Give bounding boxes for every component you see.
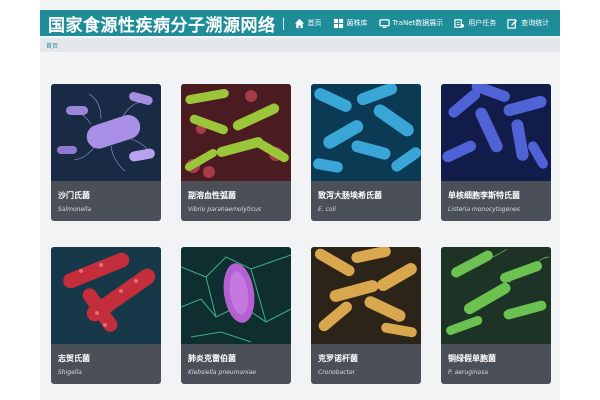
card-scientific-name: Cronobacter <box>318 369 356 376</box>
bacteria-card-listeria[interactable]: 单核细胞李斯特氏菌 Listeria monocytogenes <box>441 84 551 221</box>
card-name: 志贺氏菌 <box>58 354 90 363</box>
salmonella-image <box>51 84 161 181</box>
card-name: 副溶血性弧菌 <box>188 191 236 200</box>
ecoli-image <box>311 84 421 181</box>
breadcrumb-home[interactable]: 首页 <box>46 41 58 50</box>
card-scientific-name: P. aeruginosa <box>448 369 488 376</box>
app-frame: 国家食源性疾病分子溯源网络 | 首页 菌株库 TraNet数据展示 用户任务 查… <box>40 0 560 400</box>
vibrio-image <box>181 84 291 181</box>
card-scientific-name: Salmonella <box>58 206 92 213</box>
monitor-icon <box>378 18 390 28</box>
card-name: 克罗诺杆菌 <box>318 354 358 363</box>
nav-user-tasks[interactable]: 用户任务 <box>454 18 496 29</box>
task-icon <box>454 18 465 28</box>
card-name: 铜绿假单胞菌 <box>448 354 496 363</box>
listeria-image <box>441 84 551 181</box>
bacteria-card-klebsiella[interactable]: 肺炎克雷伯菌 Klebsiella pneumoniae <box>181 247 291 384</box>
bacteria-card-shigella[interactable]: 志贺氏菌 Shigella <box>51 247 161 384</box>
card-name: 单核细胞李斯特氏菌 <box>448 191 520 200</box>
nav-query-stats[interactable]: 查询统计 <box>507 18 549 29</box>
nav-strain-library-label: 菌株库 <box>346 19 368 27</box>
nav-strain-library[interactable]: 菌株库 <box>333 18 368 29</box>
breadcrumb: 首页 <box>40 38 560 52</box>
card-scientific-name: E. coli <box>318 206 336 213</box>
nav-home[interactable]: 首页 <box>294 18 322 29</box>
nav-user-tasks-label: 用户任务 <box>468 19 497 27</box>
nav-tranet-data[interactable]: TraNet数据展示 <box>378 18 444 29</box>
card-scientific-name: Listeria monocytogenes <box>448 206 520 213</box>
bacteria-card-pseudomonas[interactable]: 铜绿假单胞菌 P. aeruginosa <box>441 247 551 384</box>
cronobacter-image <box>311 247 421 344</box>
klebsiella-image <box>181 247 291 344</box>
bacteria-card-ecoli[interactable]: 致泻大肠埃希氏菌 E. coli <box>311 84 421 221</box>
card-scientific-name: Klebsiella pneumoniae <box>188 369 256 376</box>
bacteria-card-salmonella[interactable]: 沙门氏菌 Salmonella <box>51 84 161 221</box>
bacteria-card-cronobacter[interactable]: 克罗诺杆菌 Cronobacter <box>311 247 421 384</box>
card-scientific-name: Shigella <box>58 369 82 376</box>
nav-tranet-data-label: TraNet数据展示 <box>392 19 444 27</box>
grid-icon <box>333 18 343 28</box>
title-separator: | <box>281 16 286 30</box>
home-icon <box>294 18 304 28</box>
card-scientific-name: Vibrio parahaemolyticus <box>188 206 262 213</box>
bacteria-card-vibrio[interactable]: 副溶血性弧菌 Vibrio parahaemolyticus <box>181 84 291 221</box>
site-title: 国家食源性疾病分子溯源网络 <box>48 15 276 36</box>
edit-icon <box>507 18 518 29</box>
card-name: 肺炎克雷伯菌 <box>188 354 236 363</box>
main-nav: 首页 菌株库 TraNet数据展示 用户任务 查询统计 <box>294 18 549 29</box>
pseudomonas-image <box>441 247 551 344</box>
shigella-image <box>51 247 161 344</box>
nav-home-label: 首页 <box>307 19 322 27</box>
top-header: 国家食源性疾病分子溯源网络 | 首页 菌株库 TraNet数据展示 用户任务 查… <box>40 10 560 36</box>
card-name: 致泻大肠埃希氏菌 <box>318 191 382 200</box>
nav-query-stats-label: 查询统计 <box>521 19 550 27</box>
card-name: 沙门氏菌 <box>58 191 90 200</box>
